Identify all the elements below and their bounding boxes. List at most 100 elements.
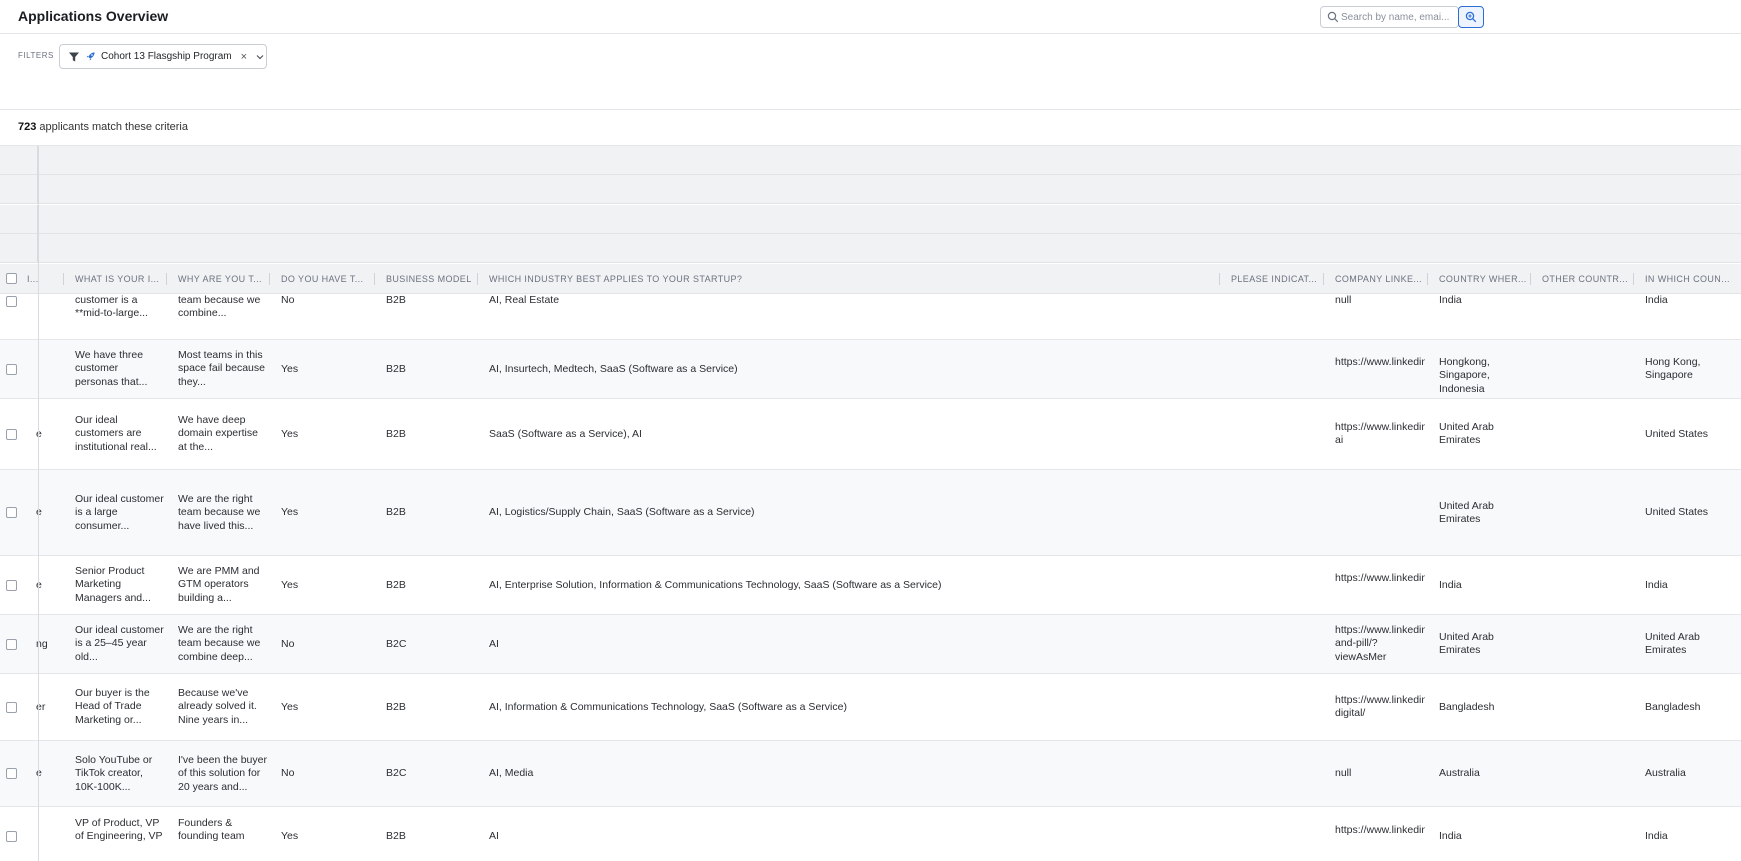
cell-col-why-right-team: Because we've already solved it. Nine ye… <box>178 687 257 726</box>
cell-col-in-which-country: Australia <box>1645 767 1686 779</box>
cell-col-partial: e <box>36 506 62 519</box>
row-select-checkbox[interactable] <box>6 429 17 440</box>
cell-col-why-right-team: Most teams in this space fail because th… <box>178 349 265 388</box>
column-resize-handle[interactable] <box>477 273 478 285</box>
cell-col-partial: e <box>36 767 62 780</box>
column-resize-handle[interactable] <box>374 273 375 285</box>
cell-col-business-model: B2C <box>386 638 407 650</box>
search-box[interactable] <box>1320 6 1459 28</box>
cell-col-ideal-customer: VP of Product, VP of Engineering, VP <box>75 817 163 843</box>
group-header-band <box>0 205 1741 234</box>
cell-col-partial: ng <box>36 638 48 650</box>
cell-col-industry: AI <box>489 830 499 842</box>
cohort-filter-chip[interactable]: Cohort 13 Flasgship Program × <box>59 44 267 69</box>
column-resize-handle[interactable] <box>1427 273 1428 285</box>
chevron-down-icon[interactable] <box>255 52 265 62</box>
row-select-checkbox[interactable] <box>6 580 17 591</box>
cell-col-why-right-team: We are the right team because we have li… <box>178 493 261 532</box>
cell-col-in-which-country: India <box>1645 579 1668 591</box>
row-select-checkbox[interactable] <box>6 831 17 842</box>
group-band-cell <box>0 175 38 204</box>
column-resize-handle[interactable] <box>1633 273 1634 285</box>
group-header-band <box>0 146 1741 175</box>
filters-bar: FILTERS Cohort 13 Flasgship Program × <box>0 34 1741 110</box>
group-band-cell <box>0 205 38 234</box>
cell-col-industry: AI, Insurtech, Medtech, SaaS (Software a… <box>489 363 738 375</box>
column-header-col-why-right-team[interactable]: WHY ARE YOU T... <box>167 264 270 294</box>
row-select-checkbox[interactable] <box>6 768 17 779</box>
cell-col-do-you-have: Yes <box>281 506 299 518</box>
cell-col-do-you-have: Yes <box>281 579 299 591</box>
cell-col-do-you-have: Yes <box>281 701 299 713</box>
table-row[interactable]: e Our ideal customer is a large consumer.… <box>0 470 1741 556</box>
row-select-checkbox[interactable] <box>6 507 17 518</box>
column-resize-handle[interactable] <box>1530 273 1531 285</box>
table-row[interactable]: e Senior Product Marketing Managers and..… <box>0 556 1741 615</box>
filter-chip-label: Cohort 13 Flasgship Program <box>101 51 232 62</box>
cell-col-in-which-country: United States <box>1645 428 1709 440</box>
top-bar: Applications Overview <box>0 0 1741 34</box>
cell-col-do-you-have: Yes <box>281 363 299 375</box>
table-row[interactable]: er Our buyer is the Head of Trade Marketi… <box>0 674 1741 741</box>
cell-col-in-which-country: India <box>1645 294 1668 306</box>
cell-col-industry: AI <box>489 638 499 650</box>
cell-col-do-you-have: Yes <box>281 428 299 440</box>
column-resize-handle[interactable] <box>1323 273 1324 285</box>
table-row[interactable]: VP of Product, VP of Engineering, VP Foun… <box>0 807 1741 861</box>
column-header-col-partial[interactable]: I... <box>27 264 53 294</box>
column-header-col-business-model[interactable]: BUSINESS MODEL <box>375 264 478 294</box>
column-header-col-do-you-have[interactable]: DO YOU HAVE T... <box>270 264 375 294</box>
cell-col-country-where: United Arab Emirates <box>1439 500 1494 526</box>
cell-col-industry: SaaS (Software as a Service), AI <box>489 428 642 440</box>
cell-col-why-right-team: team because we combine... <box>178 294 261 320</box>
table-row[interactable]: e Our ideal customers are institutional r… <box>0 399 1741 470</box>
column-header-col-industry[interactable]: WHICH INDUSTRY BEST APPLIES TO YOUR STAR… <box>478 264 1220 294</box>
column-resize-handle[interactable] <box>269 273 270 285</box>
row-select-checkbox[interactable] <box>6 296 17 307</box>
table-row[interactable]: ng Our ideal customer is a 25–45 year old… <box>0 615 1741 674</box>
column-header-col-other-countries[interactable]: OTHER COUNTR... <box>1531 264 1634 294</box>
table-row[interactable]: customer is a **mid-to-large... team beca… <box>0 294 1741 340</box>
cell-col-business-model: B2C <box>386 767 407 779</box>
result-count: 723 applicants match these criteria <box>18 121 188 133</box>
group-header-band <box>0 234 1741 263</box>
search-button[interactable] <box>1458 6 1484 28</box>
cell-col-company-linkedin: null <box>1335 767 1352 779</box>
cell-col-why-right-team: We are the right team because we combine… <box>178 624 261 663</box>
column-resize-handle[interactable] <box>166 273 167 285</box>
cell-col-in-which-country: India <box>1645 830 1668 842</box>
zoom-search-icon <box>1465 11 1477 23</box>
table-row[interactable]: e Solo YouTube or TikTok creator, 10K-100… <box>0 741 1741 807</box>
search-input[interactable] <box>1341 9 1457 25</box>
cell-col-business-model: B2B <box>386 428 406 440</box>
cell-col-do-you-have: No <box>281 638 295 650</box>
cell-col-company-linkedin: https://www.linkedin digital/ <box>1335 694 1425 720</box>
cell-col-company-linkedin: https://www.linkedin ai <box>1335 421 1425 447</box>
row-select-checkbox[interactable] <box>6 639 17 650</box>
table-row[interactable]: We have three customer personas that... M… <box>0 340 1741 399</box>
funnel-icon <box>69 52 79 61</box>
search-icon <box>1327 11 1339 23</box>
select-all-checkbox[interactable] <box>6 273 17 284</box>
column-header-col-ideal-customer[interactable]: WHAT IS YOUR I... <box>64 264 167 294</box>
group-band-cell <box>0 234 38 263</box>
column-header-col-country-where[interactable]: COUNTRY WHER... <box>1428 264 1531 294</box>
cell-col-industry: AI, Enterprise Solution, Information & C… <box>489 579 942 591</box>
applications-table: customer is a **mid-to-large... team beca… <box>0 294 1741 861</box>
column-resize-handle[interactable] <box>1219 273 1220 285</box>
table-header: I... WHAT IS YOUR I... WHY ARE YOU T... DO … <box>0 264 1741 294</box>
cell-col-industry: AI, Real Estate <box>489 294 560 306</box>
remove-filter-icon[interactable]: × <box>241 51 247 63</box>
cell-col-country-where: Hongkong, Singapore, Indonesia <box>1439 356 1490 395</box>
row-select-checkbox[interactable] <box>6 364 17 375</box>
cell-col-ideal-customer: Our ideal customer is a large consumer..… <box>75 493 164 532</box>
cell-col-ideal-customer: Our ideal customers are institutional re… <box>75 414 157 453</box>
row-select-checkbox[interactable] <box>6 702 17 713</box>
column-resize-handle[interactable] <box>63 273 64 285</box>
column-header-col-please-indicate[interactable]: PLEASE INDICAT... <box>1220 264 1324 294</box>
cell-col-do-you-have: No <box>281 294 295 306</box>
column-header-col-company-linkedin[interactable]: COMPANY LINKE... <box>1324 264 1428 294</box>
rocket-icon <box>86 52 95 61</box>
column-header-col-in-which-country[interactable]: IN WHICH COUN... <box>1634 264 1741 294</box>
cell-col-partial: e <box>36 428 62 441</box>
